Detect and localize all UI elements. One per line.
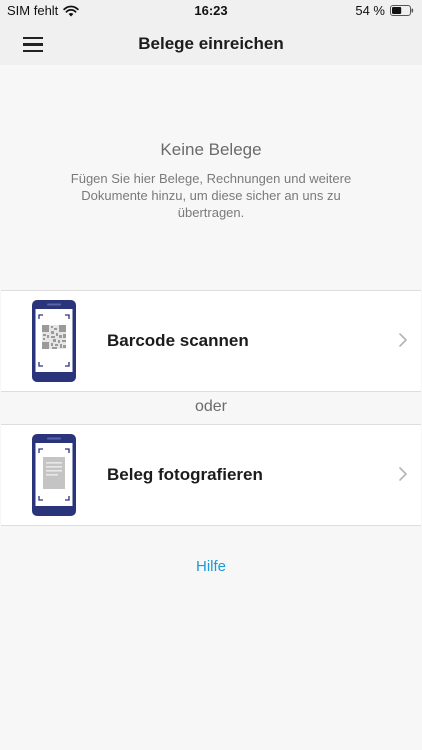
battery-percent: 54 % xyxy=(355,3,385,18)
status-bar: SIM fehlt 16:23 54 % xyxy=(0,0,422,22)
nav-bar: Belege einreichen xyxy=(0,22,422,65)
help-link[interactable]: Hilfe xyxy=(0,558,422,575)
battery-icon xyxy=(390,5,414,16)
photograph-receipt-label: Beleg fotografieren xyxy=(107,465,263,484)
chevron-right-icon xyxy=(399,467,407,481)
phone-qr-icon xyxy=(32,300,76,382)
page-title: Belege einreichen xyxy=(138,34,284,53)
phone-document-icon xyxy=(32,434,76,516)
photograph-receipt-button[interactable]: Beleg fotografieren xyxy=(1,424,421,526)
chevron-right-icon xyxy=(399,333,407,347)
battery-info: 54 % xyxy=(355,3,414,18)
empty-state-title: Keine Belege xyxy=(160,140,262,159)
scan-barcode-button[interactable]: Barcode scannen xyxy=(1,290,421,392)
empty-state-description: Fügen Sie hier Belege, Rechnungen und we… xyxy=(70,171,352,220)
separator-text: oder xyxy=(194,398,228,415)
scan-barcode-label: Barcode scannen xyxy=(107,331,249,350)
